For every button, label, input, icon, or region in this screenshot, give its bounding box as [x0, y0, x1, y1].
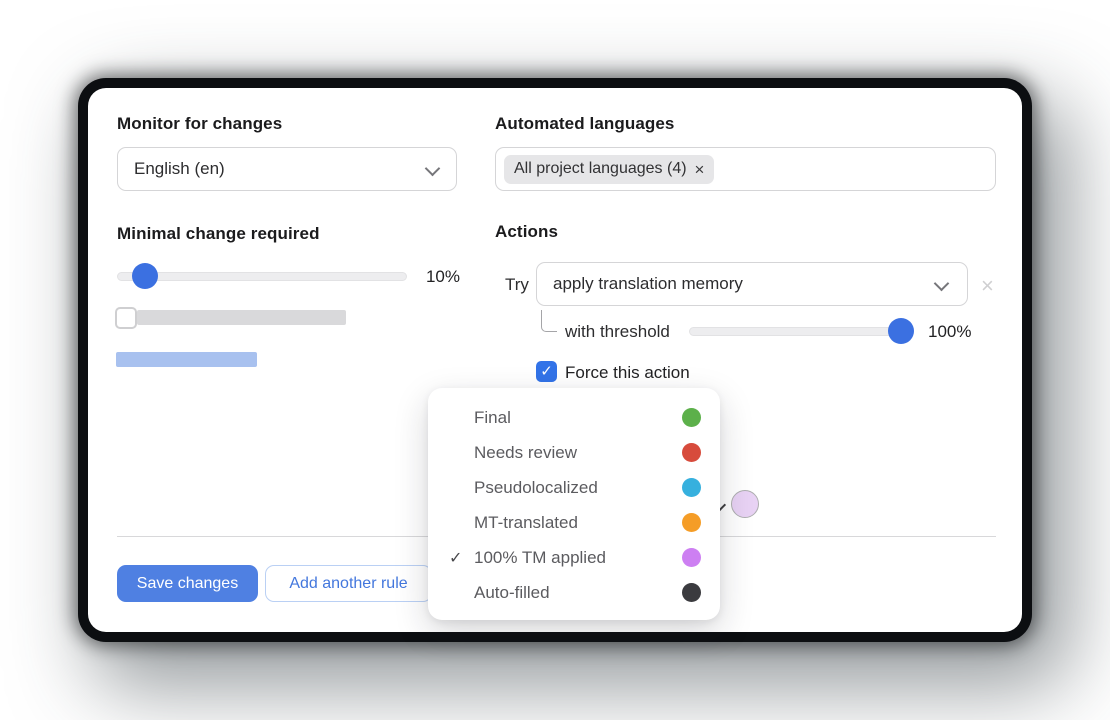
save-button[interactable]: Save changes: [117, 565, 258, 602]
minimal-change-value: 10%: [408, 267, 460, 287]
menu-item-label: Final: [474, 408, 511, 428]
skeleton-bar-blue: [116, 352, 257, 367]
try-label: Try: [505, 275, 529, 295]
language-chip: All project languages (4) ×: [504, 155, 714, 184]
chip-remove-icon[interactable]: ×: [695, 161, 705, 178]
action-select[interactable]: apply translation memory: [536, 262, 968, 306]
status-menu: Final Needs review Pseudolocalized MT-tr…: [428, 388, 720, 620]
status-dot-icon: [682, 408, 701, 427]
skeleton-checkbox[interactable]: [115, 307, 137, 329]
menu-item-final[interactable]: Final: [428, 400, 720, 435]
menu-item-label: Auto-filled: [474, 583, 550, 603]
status-dot-icon: [682, 513, 701, 532]
minimal-change-slider[interactable]: [117, 272, 407, 281]
language-chip-label: All project languages (4): [514, 160, 687, 178]
minimal-change-label: Minimal change required: [117, 224, 320, 244]
menu-item-label: MT-translated: [474, 513, 578, 533]
force-action-label: Force this action: [565, 363, 690, 383]
force-action-checkbox[interactable]: ✓: [536, 361, 557, 382]
monitor-for-changes-label: Monitor for changes: [117, 114, 282, 134]
remove-action-icon[interactable]: ×: [981, 275, 994, 297]
menu-item-pseudolocalized[interactable]: Pseudolocalized: [428, 470, 720, 505]
status-dot-icon: [682, 548, 701, 567]
source-language-select[interactable]: English (en): [117, 147, 457, 191]
status-dot-icon: [682, 583, 701, 602]
automated-languages-input[interactable]: All project languages (4) ×: [495, 147, 996, 191]
check-icon: ✓: [449, 548, 471, 568]
chevron-down-icon: [934, 276, 950, 292]
menu-item-auto-filled[interactable]: Auto-filled: [428, 575, 720, 610]
actions-label: Actions: [495, 222, 558, 242]
menu-item-label: Needs review: [474, 443, 577, 463]
menu-item-label: 100% TM applied: [474, 548, 606, 568]
status-color-preview[interactable]: [731, 490, 759, 518]
threshold-label: with threshold: [565, 322, 670, 342]
status-dot-icon: [682, 478, 701, 497]
add-rule-button[interactable]: Add another rule: [265, 565, 432, 602]
source-language-value: English (en): [134, 159, 225, 179]
skeleton-bar-gray: [137, 310, 346, 325]
rule-card: Monitor for changes English (en) Minimal…: [88, 88, 1022, 632]
menu-item-needs-review[interactable]: Needs review: [428, 435, 720, 470]
menu-item-100-tm-applied[interactable]: ✓ 100% TM applied: [428, 540, 720, 575]
threshold-value: 100%: [928, 322, 971, 342]
threshold-slider[interactable]: [689, 327, 914, 336]
elbow-connector-icon: [541, 310, 557, 332]
check-icon: ✓: [540, 364, 553, 379]
minimal-change-slider-thumb[interactable]: [132, 263, 158, 289]
chevron-down-icon: [425, 161, 441, 177]
menu-item-label: Pseudolocalized: [474, 478, 598, 498]
status-dot-icon: [682, 443, 701, 462]
menu-item-mt-translated[interactable]: MT-translated: [428, 505, 720, 540]
action-select-value: apply translation memory: [553, 274, 743, 294]
threshold-slider-thumb[interactable]: [888, 318, 914, 344]
automated-languages-label: Automated languages: [495, 114, 674, 134]
